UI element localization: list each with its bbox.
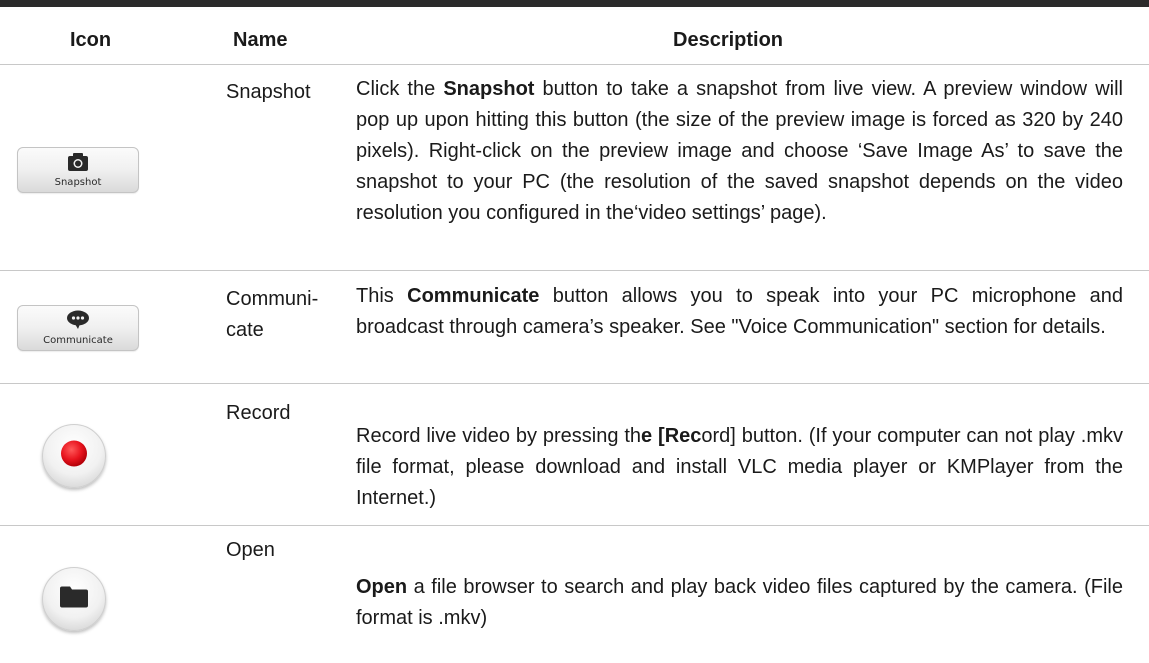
top-rule xyxy=(0,0,1149,7)
communicate-button-caption: Communicate xyxy=(43,335,113,346)
desc-bold: Communicate xyxy=(407,285,540,307)
row-name: Open xyxy=(226,539,275,561)
snapshot-button[interactable]: Snapshot xyxy=(17,147,139,193)
speech-bubble-icon xyxy=(66,310,90,335)
snapshot-button-caption: Snapshot xyxy=(54,177,102,188)
row-description: This Communicate button allows you to sp… xyxy=(356,281,1123,343)
desc-text: Record live video by pressing th xyxy=(356,425,642,447)
row-description: Click the Snapshot button to take a snap… xyxy=(356,74,1123,229)
communicate-button[interactable]: Communicate xyxy=(17,305,139,351)
desc-text: This xyxy=(356,285,408,307)
row-description: Record live video by pressing the [Recor… xyxy=(356,421,1123,514)
header-icon: Icon xyxy=(70,29,112,51)
row-name: Snapshot xyxy=(226,81,311,103)
table-row: Communicate Communi-cate This Communicat… xyxy=(0,271,1149,384)
desc-text: Click the xyxy=(356,78,444,100)
row-name: Record xyxy=(226,402,291,424)
record-icon xyxy=(59,439,89,474)
desc-bold: Snapshot xyxy=(443,78,535,100)
desc-bold: Open xyxy=(356,576,408,598)
header-name: Name xyxy=(233,29,288,51)
record-button[interactable] xyxy=(42,424,106,488)
table-row: Record Record live video by pressing the… xyxy=(0,384,1149,526)
desc-text: a file browser to search and play back v… xyxy=(356,576,1123,629)
camera-icon xyxy=(67,152,89,177)
table-row: Open Open a file browser to search and p… xyxy=(0,526,1149,663)
icon-cell: Communicate xyxy=(0,271,205,383)
desc-bold: e [Rec xyxy=(641,425,702,447)
folder-icon xyxy=(59,585,89,614)
feature-table: Icon Name Description Snapshot Snapshot … xyxy=(0,0,1149,663)
table-row: Snapshot Snapshot Click the Snapshot but… xyxy=(0,65,1149,271)
row-name: Communi-cate xyxy=(226,288,319,341)
icon-cell xyxy=(0,526,205,663)
icon-cell: Snapshot xyxy=(0,65,205,270)
header-description: Description xyxy=(673,29,784,51)
table-header: Icon Name Description xyxy=(0,7,1149,65)
open-button[interactable] xyxy=(42,567,106,631)
icon-cell xyxy=(0,384,205,525)
row-description: Open a file browser to search and play b… xyxy=(356,572,1123,634)
